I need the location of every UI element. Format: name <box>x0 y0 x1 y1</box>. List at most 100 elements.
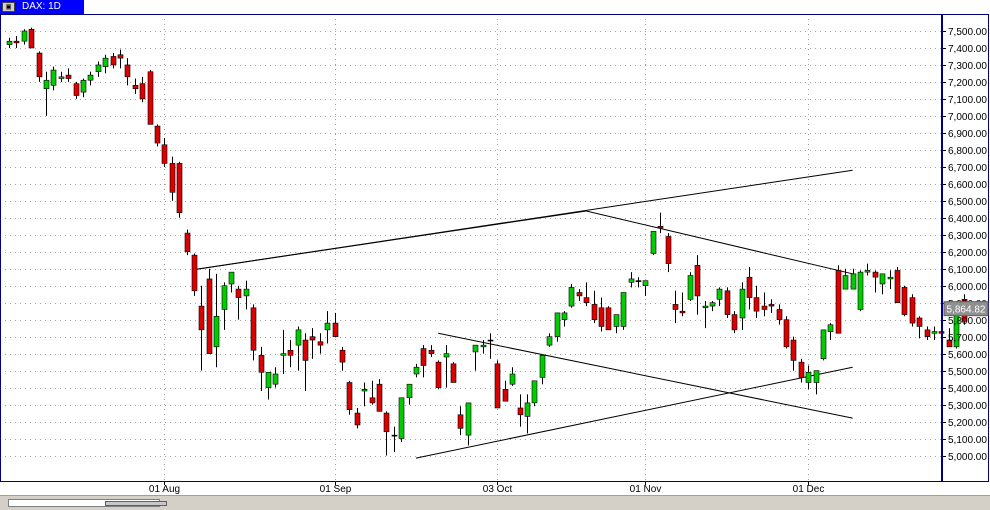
candle-body <box>369 397 376 404</box>
candle-body <box>805 372 812 383</box>
candle-body <box>561 312 568 320</box>
chart-tab[interactable]: ▣ DAX: 1D <box>0 0 84 14</box>
candle-body <box>546 336 553 346</box>
candle-body <box>206 278 213 354</box>
candle-body <box>657 225 664 229</box>
y-tick-label: 6,500.00 <box>948 197 987 208</box>
candle-body <box>58 76 65 79</box>
y-tick-label: 5,500.00 <box>948 367 987 378</box>
candle-body <box>813 370 820 383</box>
y-tick-label: 6,000.00 <box>948 282 987 293</box>
candle-body <box>931 331 938 334</box>
candle-body <box>450 363 457 383</box>
candle-body <box>642 280 649 287</box>
candle-body <box>850 273 857 290</box>
candle-body <box>287 349 294 356</box>
candle-body <box>509 373 516 385</box>
candle-body <box>650 231 657 254</box>
x-tick-label: 01 Dec <box>793 484 825 495</box>
candle-body <box>694 265 701 297</box>
candle-body <box>176 163 183 213</box>
window-menu-icon[interactable]: ▣ <box>2 2 15 12</box>
candle-body <box>605 307 612 331</box>
scroll-thumb[interactable] <box>105 501 167 506</box>
candle-body <box>517 407 524 416</box>
candle-body <box>494 363 501 409</box>
candle-body <box>6 40 13 45</box>
candle-body <box>102 57 109 67</box>
last-price-label: 5,864.82 <box>947 305 986 316</box>
y-tick-label: 7,300.00 <box>948 61 987 72</box>
candle-body <box>635 280 642 282</box>
candle-body <box>420 348 427 366</box>
candle-body <box>524 402 531 417</box>
candle-body <box>687 275 694 300</box>
candle-body <box>398 397 405 439</box>
candle-body <box>161 144 168 164</box>
candle-body <box>258 355 265 373</box>
y-tick-label: 7,400.00 <box>948 44 987 55</box>
candle-body <box>309 336 316 341</box>
candle-body <box>583 297 590 303</box>
candle-body <box>613 314 620 327</box>
candle-body <box>753 297 760 312</box>
y-tick-label: 6,300.00 <box>948 231 987 242</box>
candle-body <box>21 30 28 42</box>
candle-body <box>857 271 864 310</box>
horizontal-scrollbar[interactable] <box>0 495 990 510</box>
candle-body <box>50 69 57 86</box>
candle-body <box>235 288 242 298</box>
y-axis: 5,000.00 5,100.00 5,200.00 5,300.00 5,400.00… <box>942 27 987 463</box>
y-tick-label: 6,400.00 <box>948 214 987 225</box>
candle-body <box>317 341 324 346</box>
candle-body <box>702 305 709 309</box>
candle-body <box>435 361 442 388</box>
y-tick-label: 6,900.00 <box>948 129 987 140</box>
candle-body <box>198 305 205 331</box>
candle-body <box>391 434 398 437</box>
candle-body <box>346 382 353 410</box>
candle-body <box>827 324 834 332</box>
candle-body <box>154 125 161 144</box>
candle-body <box>628 278 635 283</box>
scroll-track[interactable] <box>8 499 167 507</box>
y-tick-label: 5,800.00 <box>948 316 987 327</box>
candle-body <box>576 292 583 297</box>
candle-body <box>265 372 272 388</box>
price-chart[interactable]: 5,000.00 5,100.00 5,200.00 5,300.00 5,400.00… <box>0 0 990 495</box>
candle-body <box>250 307 257 351</box>
candle-body <box>457 414 464 429</box>
candle-body <box>901 287 908 315</box>
candle-body <box>487 339 494 342</box>
candle-body <box>428 349 435 354</box>
y-tick-label: 5,000.00 <box>948 452 987 463</box>
candle-body <box>716 288 723 300</box>
candle-body <box>132 85 139 90</box>
candle-body <box>110 56 117 66</box>
candle-body <box>147 71 154 125</box>
y-tick-label: 7,200.00 <box>948 78 987 89</box>
candle-body <box>95 64 102 73</box>
candle-body <box>169 163 176 193</box>
y-tick-label: 6,100.00 <box>948 265 987 276</box>
x-axis: 01 Aug 01 Sep 03 Oct 01 Nov 01 Dec <box>149 481 824 495</box>
y-tick-label: 6,800.00 <box>948 146 987 157</box>
candle-body <box>295 329 302 346</box>
x-tick-label: 01 Aug <box>149 484 180 495</box>
candle-body <box>539 355 546 378</box>
last-price-marker: 5,864.82 <box>943 301 989 317</box>
candle-body <box>790 339 797 361</box>
candle-body <box>739 288 746 319</box>
candle-body <box>835 270 842 334</box>
candle-body <box>465 402 472 436</box>
candle-body <box>73 83 80 96</box>
y-tick-label: 5,200.00 <box>948 418 987 429</box>
candle-body <box>36 52 43 78</box>
candle-body <box>354 412 361 426</box>
y-tick-label: 6,700.00 <box>948 163 987 174</box>
y-tick-label: 5,600.00 <box>948 350 987 361</box>
candle-body <box>916 317 923 327</box>
candle-body <box>872 271 879 278</box>
y-tick-label: 6,200.00 <box>948 248 987 259</box>
candle-body <box>679 310 686 314</box>
